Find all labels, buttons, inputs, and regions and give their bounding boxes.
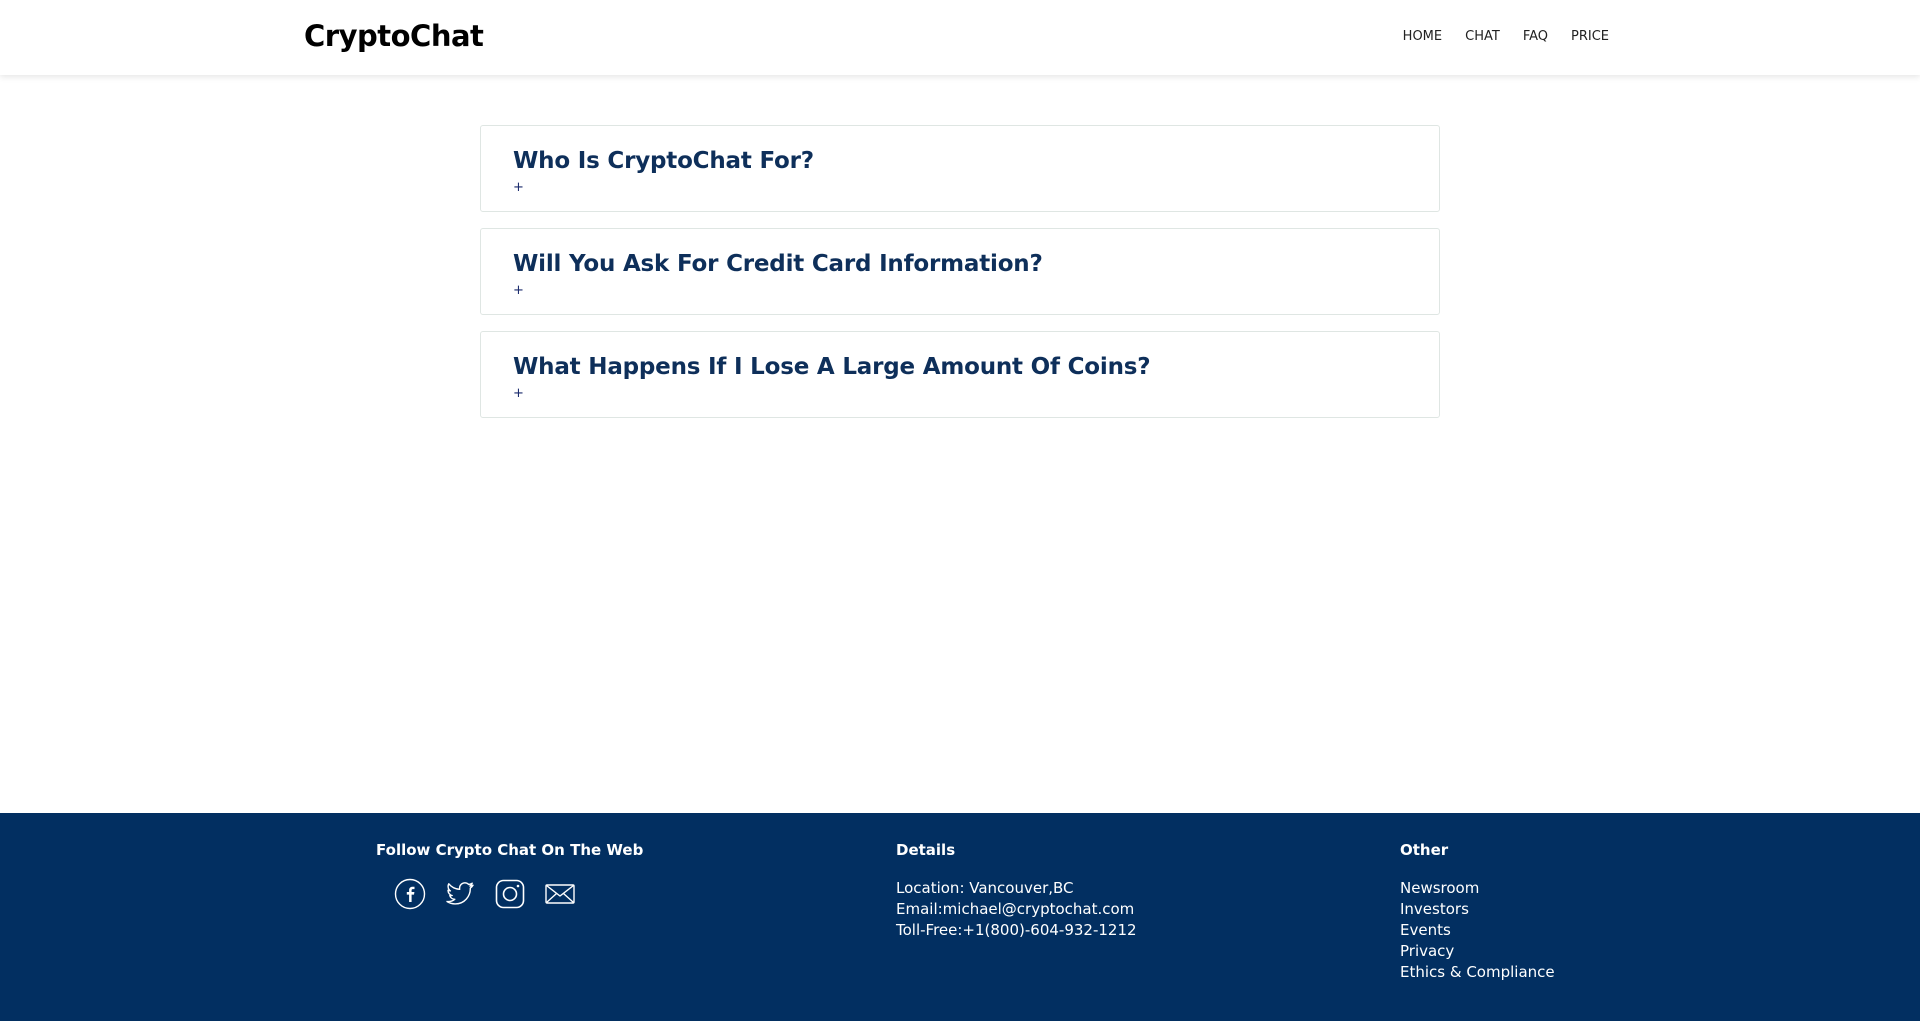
email-text: Email:michael@cryptochat.com: [896, 900, 1135, 918]
footer-other-heading: Other: [1400, 841, 1449, 859]
footer-follow-column: Follow Crypto Chat On The Web: [376, 841, 643, 910]
faq-question: What Happens If I Lose A Large Amount Of…: [513, 354, 1151, 380]
twitter-icon[interactable]: [444, 878, 476, 910]
nav-home-link[interactable]: HOME: [1403, 29, 1442, 44]
faq-item[interactable]: Will You Ask For Credit Card Information…: [480, 228, 1440, 315]
privacy-link[interactable]: Privacy: [1400, 941, 1555, 962]
page: CryptoChat HOME CHAT FAQ PRICE Who Is Cr…: [0, 0, 1920, 1021]
nav-faq-link[interactable]: FAQ: [1523, 29, 1548, 44]
ethics-compliance-link[interactable]: Ethics & Compliance: [1400, 962, 1555, 983]
faq-expand-toggle[interactable]: +: [513, 387, 1407, 401]
faq-item[interactable]: What Happens If I Lose A Large Amount Of…: [480, 331, 1440, 418]
site-footer: Follow Crypto Chat On The Web Details Lo…: [0, 813, 1920, 1021]
nav-chat-link[interactable]: CHAT: [1465, 29, 1500, 44]
footer-details-heading: Details: [896, 841, 956, 859]
footer-details-column: Details Location: Vancouver,BC Email:mic…: [896, 841, 1137, 941]
faq-question: Who Is CryptoChat For?: [513, 148, 814, 174]
location-text: Location: Vancouver,BC: [896, 879, 1074, 897]
footer-follow-heading: Follow Crypto Chat On The Web: [376, 841, 644, 859]
phone-text: Toll-Free:+1(800)-604-932-1212: [896, 921, 1137, 939]
faq-expand-toggle[interactable]: +: [513, 181, 1407, 195]
events-link[interactable]: Events: [1400, 920, 1555, 941]
facebook-icon[interactable]: [394, 878, 426, 910]
faq-expand-toggle[interactable]: +: [513, 284, 1407, 298]
footer-other-column: Other Newsroom Investors Events Privacy …: [1400, 841, 1555, 983]
instagram-icon[interactable]: [494, 878, 526, 910]
site-logo[interactable]: CryptoChat: [304, 19, 484, 53]
faq-list: Who Is CryptoChat For? + Will You Ask Fo…: [480, 125, 1440, 434]
newsroom-link[interactable]: Newsroom: [1400, 878, 1555, 899]
email-icon[interactable]: [544, 878, 576, 910]
social-links: [394, 878, 643, 910]
main-nav: HOME CHAT FAQ PRICE: [1403, 29, 1609, 44]
faq-question: Will You Ask For Credit Card Information…: [513, 251, 1043, 277]
faq-item[interactable]: Who Is CryptoChat For? +: [480, 125, 1440, 212]
nav-price-link[interactable]: PRICE: [1571, 29, 1609, 44]
investors-link[interactable]: Investors: [1400, 899, 1555, 920]
site-header: CryptoChat HOME CHAT FAQ PRICE: [0, 0, 1920, 75]
